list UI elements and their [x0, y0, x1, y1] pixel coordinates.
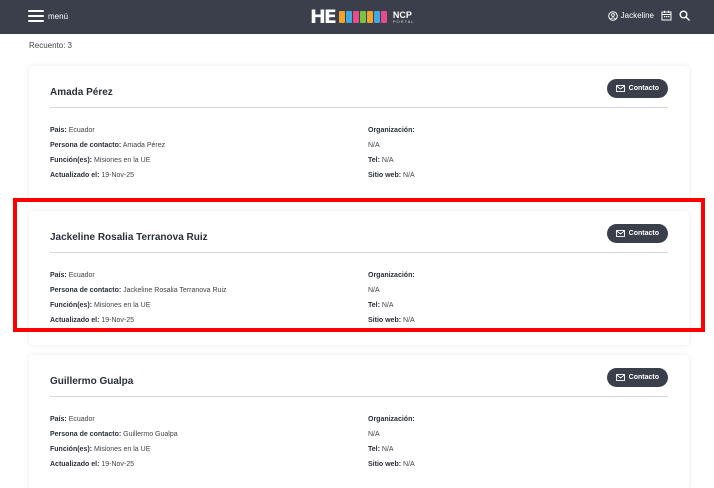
phone-row: Tel: N/A: [368, 302, 394, 309]
phone-value: N/A: [381, 157, 394, 164]
calendar-icon: [661, 10, 672, 21]
hamburger-icon: [28, 10, 44, 22]
portal-logo[interactable]: HE NCP PORTAL: [310, 6, 415, 28]
logo-book-shape: [359, 11, 366, 23]
contact-name: Amada Pérez: [50, 87, 113, 98]
updated-row: Actualizado el: 19-Nov-25: [50, 317, 135, 324]
envelope-icon: [615, 374, 625, 381]
user-name: Jackeline: [620, 11, 654, 20]
country-value: Ecuador: [68, 272, 95, 279]
card-divider: [50, 107, 668, 108]
contact-person-row: Persona de contacto: Guillermo Gualpa: [50, 431, 178, 438]
logo-he-mark: HE: [310, 6, 337, 28]
logo-text: NCP PORTAL: [392, 10, 415, 24]
phone-value: N/A: [381, 302, 394, 309]
organization-na: N/A: [368, 287, 380, 294]
search-button[interactable]: [679, 10, 690, 21]
logo-books-icon: [338, 11, 387, 23]
envelope-icon: [615, 85, 625, 92]
contact-details-left: País: Ecuador Persona de contacto: Amada…: [50, 123, 165, 183]
contact-button[interactable]: Contacto: [606, 368, 668, 387]
website-value: N/A: [403, 317, 415, 324]
country-row: País: Ecuador: [50, 272, 95, 279]
contact-button-label: Contacto: [628, 230, 659, 237]
user-circle-icon: [607, 10, 618, 21]
contact-person-value: Amada Pérez: [122, 142, 166, 149]
organization-row: Organización:: [368, 127, 415, 134]
contact-details-right: Organización: N/A Tel: N/A Sitio web: N/…: [368, 268, 415, 328]
contact-button[interactable]: Contacto: [606, 224, 668, 243]
organization-row: Organización:: [368, 416, 415, 423]
function-value: Misiones en la UE: [93, 446, 151, 453]
results-count: Recuento: 3: [29, 41, 72, 50]
card-divider: [50, 252, 668, 253]
country-row: País: Ecuador: [50, 416, 95, 423]
envelope-icon: [615, 230, 625, 237]
contact-person-value: Jackeline Rosalia Terranova Ruiz: [123, 287, 227, 294]
phone-value: N/A: [381, 446, 394, 453]
contact-person-row: Persona de contacto: Amada Pérez: [50, 142, 166, 149]
menu-label: menú: [48, 11, 69, 21]
updated-value: 19-Nov-25: [101, 172, 135, 179]
user-area: Jackeline: [607, 10, 690, 21]
user-profile-button[interactable]: Jackeline: [607, 10, 654, 21]
country-value: Ecuador: [68, 127, 95, 134]
function-row: Función(es): Misiones en la UE: [50, 302, 151, 309]
logo-book-shape: [352, 11, 359, 23]
website-row: Sitio web: N/A: [368, 317, 415, 324]
contact-card: Jackeline Rosalia Terranova Ruiz Contact…: [29, 211, 689, 345]
website-row: Sitio web: N/A: [368, 461, 415, 468]
logo-book-shape: [345, 11, 352, 23]
logo-book-shape: [380, 11, 387, 23]
organization-na: N/A: [368, 431, 380, 438]
results-count-value: 3: [67, 41, 72, 50]
updated-value: 19-Nov-25: [101, 317, 135, 324]
contact-details-left: País: Ecuador Persona de contacto: Guill…: [50, 412, 178, 472]
updated-row: Actualizado el: 19-Nov-25: [50, 461, 135, 468]
results-count-label: Recuento:: [29, 41, 66, 50]
contact-card: Guillermo Gualpa Contacto País: Ecuador …: [29, 355, 689, 488]
function-row: Función(es): Misiones en la UE: [50, 446, 151, 453]
country-value: Ecuador: [68, 416, 95, 423]
contact-name: Guillermo Gualpa: [50, 376, 134, 387]
search-icon: [679, 10, 690, 21]
website-row: Sitio web: N/A: [368, 172, 415, 179]
logo-portal: PORTAL: [392, 18, 415, 24]
country-row: País: Ecuador: [50, 127, 95, 134]
contact-card: Amada Pérez Contacto País: Ecuador Perso…: [29, 66, 689, 200]
updated-value: 19-Nov-25: [101, 461, 135, 468]
function-value: Misiones en la UE: [93, 302, 151, 309]
organization-na: N/A: [368, 142, 380, 149]
function-row: Función(es): Misiones en la UE: [50, 157, 151, 164]
logo-book-shape: [338, 11, 345, 23]
contact-details-right: Organización: N/A Tel: N/A Sitio web: N/…: [368, 123, 415, 183]
contact-details-right: Organización: N/A Tel: N/A Sitio web: N/…: [368, 412, 415, 472]
contact-person-row: Persona de contacto: Jackeline Rosalia T…: [50, 287, 227, 294]
website-value: N/A: [403, 172, 415, 179]
contact-button-label: Contacto: [628, 374, 659, 381]
updated-row: Actualizado el: 19-Nov-25: [50, 172, 135, 179]
phone-row: Tel: N/A: [368, 446, 394, 453]
organization-row: Organización:: [368, 272, 415, 279]
function-value: Misiones en la UE: [93, 157, 151, 164]
calendar-button[interactable]: [661, 10, 672, 21]
contact-button-label: Contacto: [628, 85, 659, 92]
menu-button[interactable]: menú: [28, 10, 68, 22]
card-divider: [50, 396, 668, 397]
phone-row: Tel: N/A: [368, 157, 394, 164]
top-navigation-bar: menú HE NCP PORTAL Jackeline: [0, 0, 714, 34]
contact-name: Jackeline Rosalia Terranova Ruiz: [50, 232, 208, 243]
website-value: N/A: [403, 461, 415, 468]
logo-book-shape: [373, 11, 380, 23]
logo-book-shape: [366, 11, 373, 23]
contact-details-left: País: Ecuador Persona de contacto: Jacke…: [50, 268, 227, 328]
contact-person-value: Guillermo Gualpa: [123, 431, 178, 438]
contact-button[interactable]: Contacto: [606, 79, 668, 98]
